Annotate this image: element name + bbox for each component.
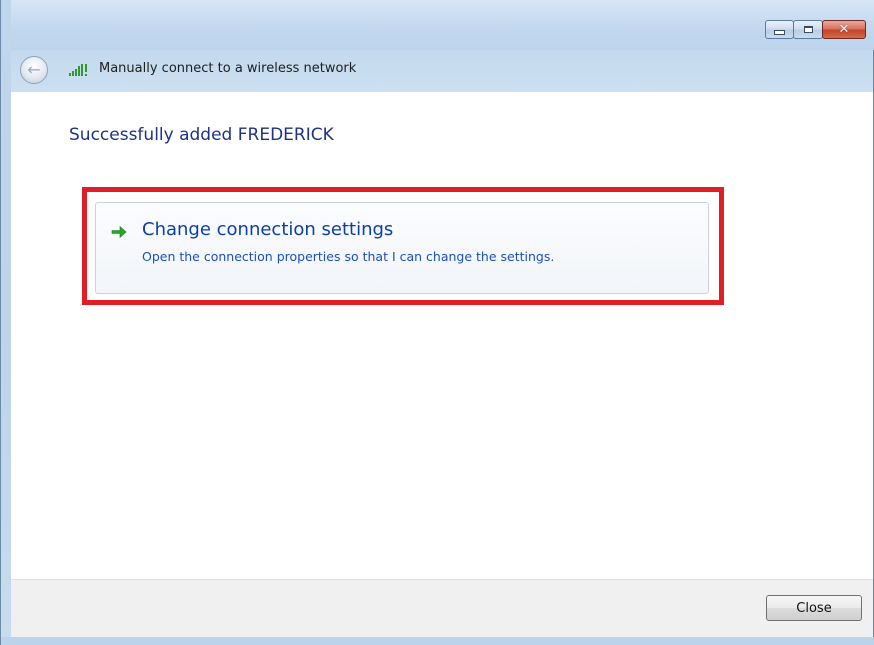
minimize-icon <box>774 30 785 35</box>
navigation-bar: ← Manually connect to a wireless network <box>11 50 873 92</box>
caption-buttons: ✕ <box>765 20 866 39</box>
wireless-signal-icon <box>69 64 87 76</box>
window-close-button[interactable]: ✕ <box>822 20 866 39</box>
title-bar[interactable]: ✕ <box>1 0 874 50</box>
back-button[interactable]: ← <box>20 56 48 84</box>
option-description: Open the connection properties so that I… <box>142 249 555 264</box>
dialog-window: ✕ ← Manually connect to a wireless netwo… <box>0 0 874 645</box>
change-connection-settings-option[interactable]: Change connection settings Open the conn… <box>95 202 709 294</box>
wizard-title: Manually connect to a wireless network <box>99 61 357 76</box>
window-frame-bottom <box>1 637 874 645</box>
minimize-button[interactable] <box>765 20 794 39</box>
page-heading: Successfully added FREDERICK <box>69 125 334 145</box>
back-arrow-icon: ← <box>27 59 41 79</box>
dialog-footer: Close <box>11 579 873 637</box>
option-title: Change connection settings <box>142 219 394 240</box>
main-content: Successfully added FREDERICK Change conn… <box>11 92 873 579</box>
maximize-button[interactable] <box>793 20 823 39</box>
close-button[interactable]: Close <box>766 595 862 621</box>
window-frame-left <box>1 0 11 645</box>
maximize-icon <box>803 26 813 33</box>
green-arrow-icon <box>111 225 127 239</box>
close-icon: ✕ <box>838 22 850 37</box>
